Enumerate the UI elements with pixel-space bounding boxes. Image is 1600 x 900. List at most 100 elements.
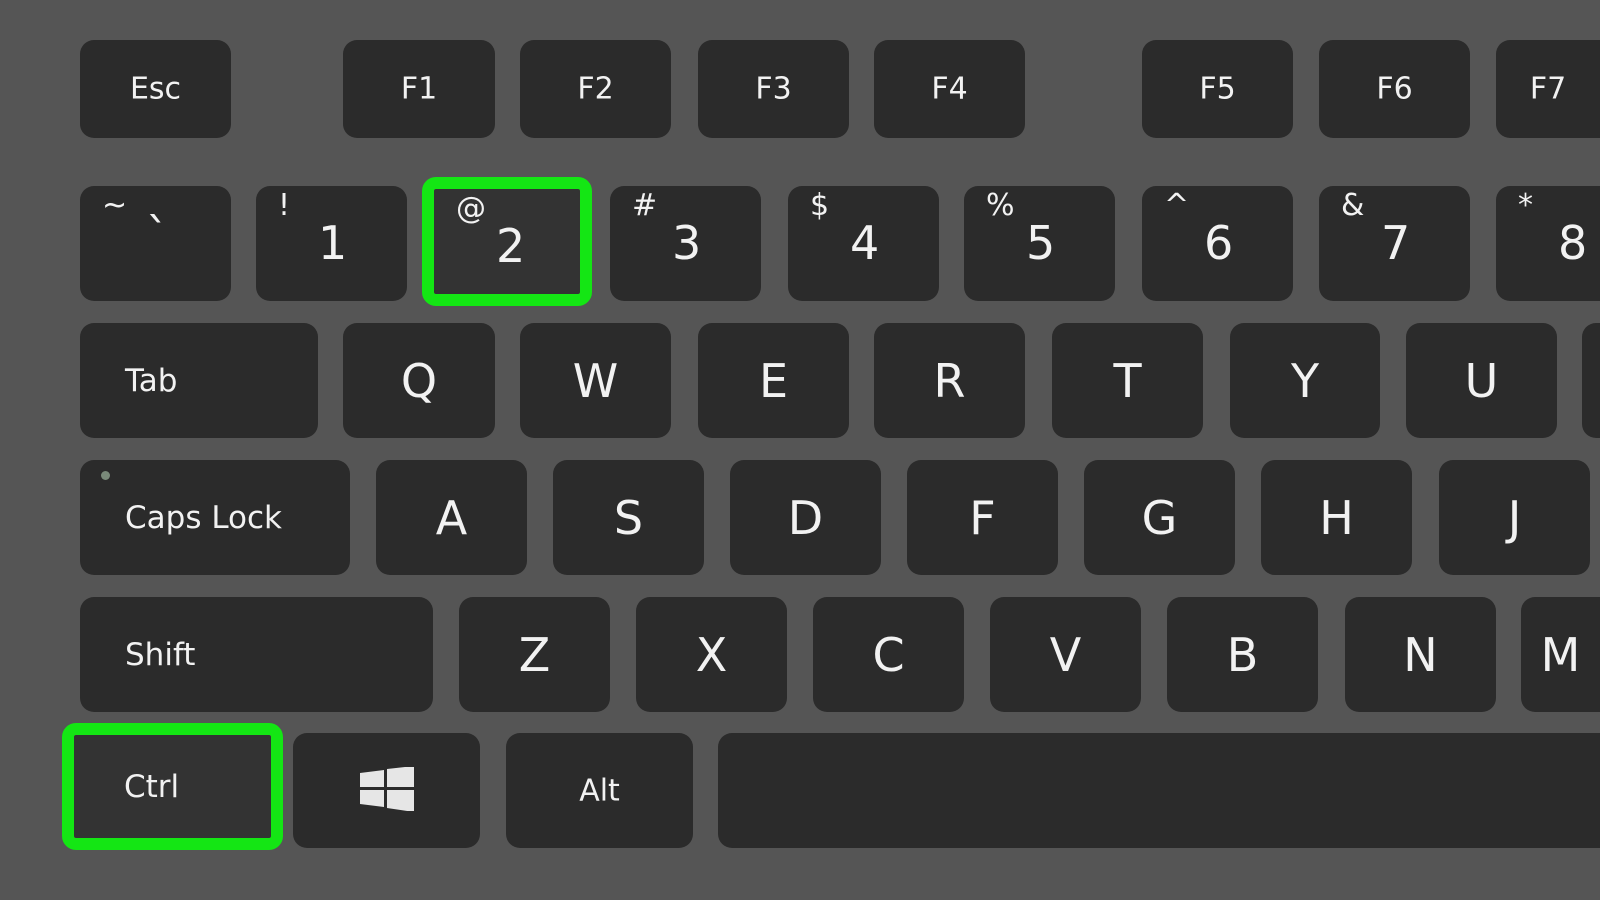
- key-label: 3: [672, 216, 702, 270]
- key-label: 4: [850, 216, 880, 270]
- key-f7[interactable]: F7: [1496, 40, 1600, 138]
- key-shift-symbol: %: [986, 188, 1015, 223]
- key-label: U: [1464, 353, 1499, 408]
- key-shift-symbol: *: [1518, 188, 1533, 223]
- key-label: W: [572, 353, 619, 408]
- key-label: Ctrl: [124, 768, 180, 805]
- key-f5[interactable]: F5: [1142, 40, 1293, 138]
- key-f4[interactable]: F4: [874, 40, 1025, 138]
- key-label: T: [1113, 353, 1142, 408]
- key-n[interactable]: N: [1345, 597, 1496, 712]
- key-label: F1: [400, 71, 438, 107]
- key-shift-symbol: #: [632, 188, 658, 223]
- key-label: F6: [1376, 71, 1413, 107]
- key-d6[interactable]: ^ 6: [1142, 186, 1293, 301]
- key-label: C: [872, 627, 905, 682]
- key-win[interactable]: [293, 733, 480, 848]
- key-d2-highlighted[interactable]: @2: [422, 177, 592, 306]
- keyboard: Esc F1 F2 F3 F4 F5 F6 F7 ~ `! 1 @2 #3 $4% 5 ^ 6 & 7 * 8 Tab Q W…: [0, 0, 1600, 900]
- key-x[interactable]: X: [636, 597, 787, 712]
- key-label: 2: [496, 219, 526, 273]
- key-label: Shift: [125, 636, 196, 673]
- key-t[interactable]: T: [1052, 323, 1203, 438]
- key-shift-symbol: !: [278, 188, 291, 223]
- key-shift[interactable]: Shift: [80, 597, 433, 712]
- key-label: F3: [755, 71, 792, 107]
- key-label: B: [1226, 627, 1259, 682]
- key-f2[interactable]: F2: [520, 40, 671, 138]
- key-label: E: [758, 353, 789, 408]
- key-y[interactable]: Y: [1230, 323, 1380, 438]
- key-label: N: [1403, 627, 1438, 682]
- key-d3[interactable]: #3: [610, 186, 761, 301]
- key-label: D: [787, 490, 824, 545]
- key-label: M: [1540, 627, 1581, 682]
- key-label: 7: [1381, 216, 1411, 270]
- key-b[interactable]: B: [1167, 597, 1318, 712]
- key-shift-symbol: &: [1341, 188, 1365, 223]
- spacebar-key[interactable]: [718, 733, 1600, 848]
- key-label: A: [435, 490, 468, 545]
- key-label: Z: [518, 627, 551, 682]
- key-e[interactable]: E: [698, 323, 849, 438]
- key-label: Caps Lock: [125, 499, 283, 536]
- key-label: F5: [1199, 71, 1236, 107]
- key-d8[interactable]: * 8: [1496, 186, 1600, 301]
- key-h[interactable]: H: [1261, 460, 1412, 575]
- key-z[interactable]: Z: [459, 597, 610, 712]
- key-shift-symbol: ^: [1164, 188, 1190, 223]
- key-label: F2: [577, 71, 614, 107]
- key-label: Y: [1290, 353, 1320, 408]
- key-grave[interactable]: ~ `: [80, 186, 231, 301]
- key-shift-symbol: $: [810, 188, 830, 223]
- key-label: 8: [1558, 216, 1588, 270]
- key-label: S: [613, 490, 644, 545]
- key-q[interactable]: Q: [343, 323, 495, 438]
- key-caps[interactable]: Caps Lock: [80, 460, 350, 575]
- key-label: Alt: [579, 773, 620, 808]
- key-label: Q: [400, 353, 438, 408]
- key-i[interactable]: [1582, 323, 1600, 438]
- key-f3[interactable]: F3: [698, 40, 849, 138]
- key-f1[interactable]: F1: [343, 40, 495, 138]
- key-w[interactable]: W: [520, 323, 671, 438]
- key-shift-symbol: ~: [102, 188, 128, 223]
- key-d1[interactable]: ! 1: [256, 186, 407, 301]
- key-tab[interactable]: Tab: [80, 323, 318, 438]
- key-alt[interactable]: Alt: [506, 733, 693, 848]
- key-a[interactable]: A: [376, 460, 527, 575]
- key-label: `: [146, 208, 169, 262]
- key-label: 5: [1026, 216, 1056, 270]
- key-label: Tab: [125, 362, 178, 399]
- key-r[interactable]: R: [874, 323, 1025, 438]
- key-label: X: [695, 627, 728, 682]
- key-c[interactable]: C: [813, 597, 964, 712]
- key-label: 1: [318, 216, 348, 270]
- key-label: V: [1049, 627, 1082, 682]
- key-shift-symbol: @: [456, 191, 486, 226]
- windows-logo-icon: [359, 765, 414, 815]
- key-j[interactable]: J: [1439, 460, 1590, 575]
- key-d4[interactable]: $4: [788, 186, 939, 301]
- key-f[interactable]: F: [907, 460, 1058, 575]
- key-s[interactable]: S: [553, 460, 704, 575]
- key-d7[interactable]: & 7: [1319, 186, 1470, 301]
- caps-lock-indicator-light: [101, 471, 110, 480]
- key-label: F4: [931, 71, 968, 107]
- key-m[interactable]: M: [1521, 597, 1600, 712]
- key-label: F: [969, 490, 996, 545]
- key-d[interactable]: D: [730, 460, 881, 575]
- key-u[interactable]: U: [1406, 323, 1557, 438]
- key-label: J: [1507, 490, 1522, 545]
- key-label: Esc: [129, 71, 182, 107]
- key-label: R: [933, 353, 966, 408]
- key-v[interactable]: V: [990, 597, 1141, 712]
- key-ctrl-highlighted[interactable]: Ctrl: [62, 723, 283, 850]
- key-label: 6: [1204, 216, 1234, 270]
- key-label: G: [1141, 490, 1178, 545]
- key-f6[interactable]: F6: [1319, 40, 1470, 138]
- key-d5[interactable]: % 5: [964, 186, 1115, 301]
- key-esc[interactable]: Esc: [80, 40, 231, 138]
- key-label: F7: [1529, 71, 1567, 107]
- key-g[interactable]: G: [1084, 460, 1235, 575]
